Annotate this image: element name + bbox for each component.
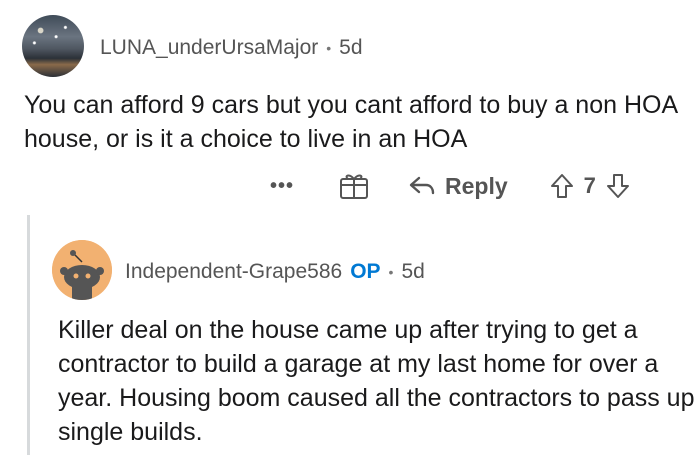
reply-button[interactable]: Reply (409, 173, 508, 200)
downvote-icon[interactable] (606, 173, 630, 199)
reply-icon (409, 176, 435, 195)
vote-count: 7 (583, 173, 596, 198)
reply-username[interactable]: Independent-Grape586 (125, 260, 342, 284)
snoo-avatar-icon[interactable] (52, 240, 112, 300)
reply-age[interactable]: 5d (401, 260, 424, 284)
award-icon[interactable] (339, 172, 369, 200)
more-options-button[interactable]: ••• (270, 175, 294, 198)
comment-meta: LUNA_underUrsaMajor • 5d (100, 36, 363, 60)
separator-dot: • (388, 264, 394, 280)
reply-body: Killer deal on the house came up after t… (58, 316, 695, 446)
separator-dot: • (326, 40, 332, 56)
comment-actions: ••• Reply 7 (270, 168, 630, 204)
reply-label: Reply (445, 172, 508, 199)
thread-line[interactable] (27, 215, 30, 455)
comment-body: You can afford 9 cars but you cant affor… (24, 91, 677, 153)
vote-controls: 7 (550, 173, 630, 199)
upvote-icon[interactable] (550, 173, 574, 199)
op-badge: OP (350, 260, 381, 283)
comment-age[interactable]: 5d (339, 36, 362, 60)
user-avatar[interactable] (22, 15, 84, 77)
username[interactable]: LUNA_underUrsaMajor (100, 36, 318, 60)
reply-meta: Independent-Grape586 OP • 5d (125, 260, 425, 284)
